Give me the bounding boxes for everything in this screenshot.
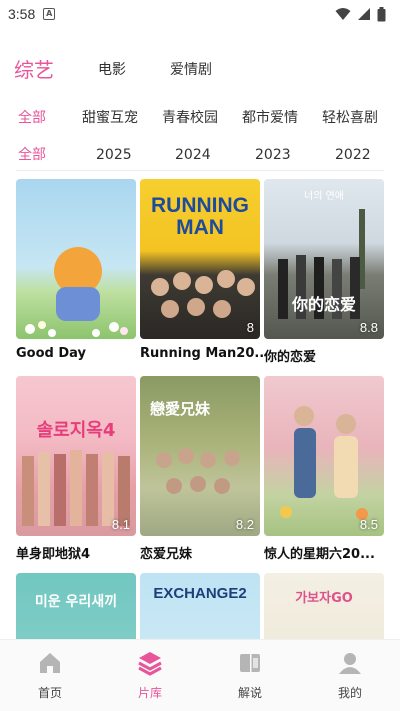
poster-image — [264, 573, 384, 639]
status-bar: 3:58 A — [0, 0, 400, 28]
poster-illustration — [278, 209, 365, 319]
battery-icon — [377, 6, 386, 21]
show-title: 恋爱兄妹 — [140, 547, 193, 562]
poster-illustration — [280, 406, 368, 520]
show-title: 你的恋爱 — [264, 350, 317, 365]
year-filter-2024[interactable]: 2024 — [175, 141, 211, 169]
poster-image — [16, 179, 136, 339]
tab-movie[interactable]: 电影 — [98, 52, 126, 88]
rating-badge: 8.2 — [235, 517, 254, 532]
show-card[interactable]: EXCHANGE2 — [140, 573, 260, 639]
genre-filter-all[interactable]: 全部 — [18, 104, 46, 132]
show-card[interactable]: 가보자GO — [264, 573, 384, 639]
nav-label-home: 首页 — [37, 686, 62, 700]
year-filter-2022[interactable]: 2022 — [335, 141, 371, 169]
poster-image — [264, 179, 384, 339]
show-card[interactable]: 너의 연애 你的恋爱 8.8 你的恋爱 — [264, 179, 384, 365]
show-card[interactable]: RUNNING MAN 8 Running Man20... — [140, 179, 266, 361]
show-card[interactable]: 미운 우리새끼 — [16, 573, 136, 639]
show-grid: Good Day RUNNING MAN 8 Running Man20... — [16, 179, 384, 639]
poster-image — [264, 376, 384, 536]
genre-filter-row: 全部 甜蜜互宠 青春校园 都市爱情 轻松喜剧 — [0, 104, 400, 132]
wifi-icon — [335, 8, 351, 20]
genre-filter-comedy[interactable]: 轻松喜剧 — [322, 104, 378, 132]
status-time: 3:58 — [8, 6, 36, 22]
show-card[interactable]: 8.5 惊人的星期六20... — [264, 376, 384, 562]
rating-badge: 8.8 — [359, 320, 378, 335]
genre-filter-urban[interactable]: 都市爱情 — [242, 104, 298, 132]
poster-title-text: 미운 우리새끼 — [34, 594, 118, 610]
show-poster[interactable] — [16, 179, 136, 339]
poster-subtitle-text: 너의 연애 — [304, 191, 344, 202]
poster-title-text: 你的恋爱 — [291, 295, 356, 314]
home-icon — [40, 653, 60, 673]
show-poster[interactable]: EXCHANGE2 — [140, 573, 260, 639]
show-poster[interactable]: RUNNING MAN 8 — [140, 179, 260, 339]
nav-label-commentary: 解说 — [237, 686, 262, 700]
show-poster[interactable]: 8.5 — [264, 376, 384, 536]
show-title: 惊人的星期六20... — [264, 547, 375, 562]
nav-library[interactable]: 片库 — [100, 640, 200, 711]
show-title: 单身即地狱4 — [16, 547, 91, 562]
status-icons — [335, 6, 386, 22]
poster-title-text: 戀愛兄妹 — [150, 400, 211, 418]
nav-profile[interactable]: 我的 — [300, 640, 400, 711]
poster-title-text: 솔로지옥4 — [36, 420, 116, 441]
tab-romance-drama[interactable]: 爱情剧 — [170, 52, 212, 88]
signal-icon — [358, 8, 370, 20]
notification-icon: A — [43, 8, 56, 20]
nav-label-library: 片库 — [137, 686, 162, 700]
year-filter-2023[interactable]: 2023 — [255, 141, 291, 169]
year-filter-row: 全部 2025 2024 2023 2022 — [0, 141, 400, 169]
show-card[interactable]: 솔로지옥4 8.1 单身即地狱4 — [16, 376, 136, 562]
bottom-nav: 首页 片库 解说 我的 — [0, 639, 400, 711]
poster-title-text: 가보자GO — [295, 591, 353, 606]
layers-icon — [138, 652, 162, 676]
rating-badge: 8 — [246, 320, 254, 335]
show-card[interactable]: Good Day — [16, 179, 136, 361]
poster-title-text: EXCHANGE2 — [153, 585, 247, 602]
rating-badge: 8.1 — [111, 517, 130, 532]
category-tabs: 综艺 电影 爱情剧 — [0, 52, 400, 88]
poster-image — [140, 573, 260, 639]
show-title: Good Day — [16, 346, 87, 361]
show-poster[interactable]: 가보자GO — [264, 573, 384, 639]
rating-badge: 8.5 — [359, 517, 378, 532]
poster-illustration — [22, 450, 130, 526]
person-icon — [339, 653, 361, 674]
show-card[interactable]: 戀愛兄妹 8.2 恋爱兄妹 — [140, 376, 260, 562]
nav-home[interactable]: 首页 — [0, 640, 100, 711]
filter-divider — [16, 170, 384, 171]
book-icon — [240, 654, 260, 672]
nav-commentary[interactable]: 解说 — [200, 640, 300, 711]
show-poster[interactable]: 미운 우리새끼 — [16, 573, 136, 639]
poster-title-text: RUNNING MAN — [151, 194, 249, 239]
genre-filter-youth[interactable]: 青春校园 — [162, 104, 218, 132]
genre-filter-sweet[interactable]: 甜蜜互宠 — [82, 104, 138, 132]
show-poster[interactable]: 너의 연애 你的恋爱 8.8 — [264, 179, 384, 339]
nav-label-profile: 我的 — [337, 686, 362, 700]
year-filter-all[interactable]: 全部 — [18, 141, 46, 169]
show-title: Running Man20... — [140, 346, 266, 361]
show-poster[interactable]: 戀愛兄妹 8.2 — [140, 376, 260, 536]
poster-illustration — [25, 247, 128, 337]
year-filter-2025[interactable]: 2025 — [96, 141, 132, 169]
poster-image — [16, 376, 136, 536]
show-poster[interactable]: 솔로지옥4 8.1 — [16, 376, 136, 536]
tab-variety[interactable]: 综艺 — [14, 52, 54, 88]
